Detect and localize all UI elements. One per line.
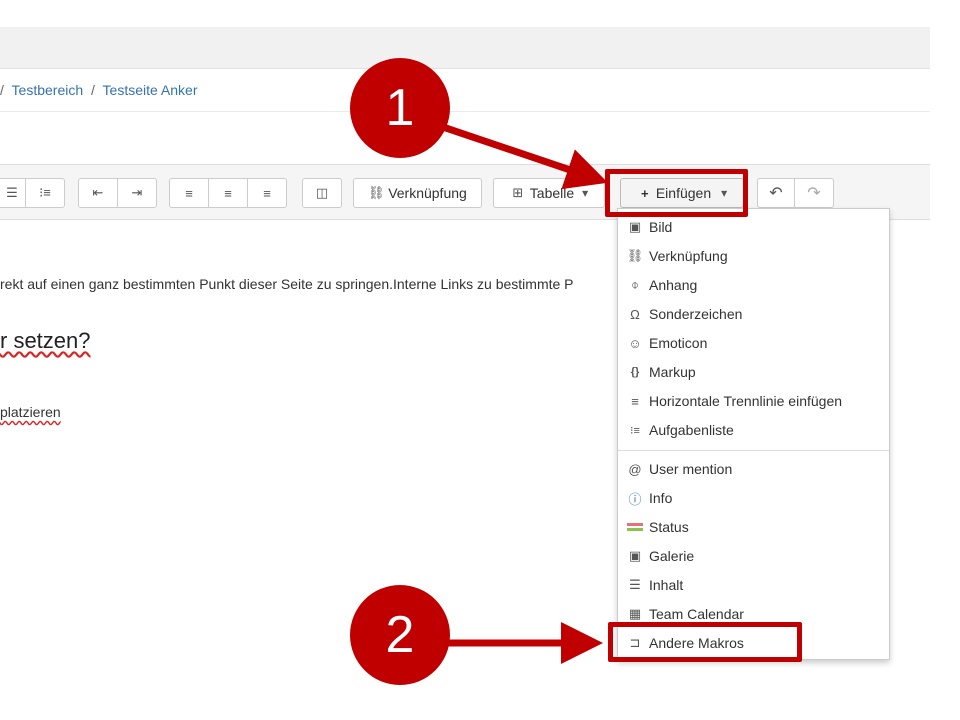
menu-item-horizontale-trennlinie[interactable]: ≡ Horizontale Trennlinie einfügen	[627, 388, 842, 414]
paragraph-intro[interactable]: rekt auf einen ganz bestimmten Punkt die…	[0, 276, 574, 292]
menu-item-label: Aufgabenliste	[649, 422, 734, 438]
undo-button[interactable]: ↶	[757, 178, 795, 208]
paperclip-icon: ⌽	[631, 277, 639, 292]
indent-icon: ⇥	[131, 185, 143, 200]
align-center-icon: ≡	[224, 185, 232, 201]
menu-item-label: Galerie	[649, 548, 695, 564]
gallery-icon: ▣	[628, 548, 642, 563]
menu-item-label: Markup	[649, 364, 696, 380]
status-icon-shape	[627, 523, 643, 531]
breadcrumb: / Testbereich / Testseite Anker	[0, 82, 197, 98]
menu-item-label: Bild	[649, 219, 673, 235]
bullet-list-button[interactable]: ☰	[0, 178, 26, 208]
menu-item-aufgabenliste[interactable]: ⁝≡ Aufgabenliste	[627, 417, 734, 443]
menu-item-label: Horizontale Trennlinie einfügen	[649, 393, 843, 409]
image-icon: ▣	[628, 219, 642, 234]
align-right-button[interactable]: ≡	[247, 178, 287, 208]
table-button-label: Tabelle	[529, 185, 575, 201]
menu-item-label: User mention	[649, 461, 733, 477]
task-list-icon: ⁝≡	[39, 185, 51, 200]
outdent-button[interactable]: ⇤	[78, 178, 118, 208]
at-icon: @	[628, 461, 642, 477]
link-icon: ⛓	[626, 248, 644, 263]
menu-item-anhang[interactable]: ⌽ Anhang	[627, 272, 697, 298]
link-button-label: Verknüpfung	[388, 185, 467, 201]
bullet-list-icon: ☰	[6, 185, 18, 200]
paragraph-second-text: platzieren	[0, 404, 61, 420]
page-layout-icon: ◫	[315, 185, 329, 200]
section-heading-text: r setzen?	[0, 328, 91, 353]
link-button[interactable]: ⛓ Verknüpfung	[353, 178, 482, 208]
menu-item-bild[interactable]: ▣ Bild	[627, 214, 673, 240]
menu-item-inhalt[interactable]: ☰ Inhalt	[627, 572, 683, 598]
redo-icon: ↷	[807, 185, 821, 202]
link-icon: ⛓	[367, 185, 385, 200]
breadcrumb-testbereich[interactable]: Testbereich	[12, 82, 84, 98]
tasklist-icon: ⁝≡	[630, 424, 640, 437]
align-center-button[interactable]: ≡	[208, 178, 248, 208]
info-icon: ⓘ	[628, 491, 642, 507]
chevron-down-icon: ▾	[582, 186, 589, 200]
omega-icon: Ω	[630, 306, 640, 322]
breadcrumb-separator: /	[91, 82, 95, 98]
menu-item-info[interactable]: ⓘ Info	[627, 485, 672, 511]
menu-item-galerie[interactable]: ▣ Galerie	[627, 543, 694, 569]
step-badge-2: 2	[350, 585, 450, 685]
menu-item-label: Team Calendar	[649, 606, 744, 622]
menu-item-sonderzeichen[interactable]: Ω Sonderzeichen	[627, 301, 742, 327]
step-number: 2	[385, 606, 415, 664]
align-left-icon: ≡	[185, 185, 193, 201]
outdent-icon: ⇤	[92, 185, 104, 200]
menu-item-verknuepfung[interactable]: ⛓ Verknüpfung	[627, 243, 728, 269]
highlight-insert-button	[605, 169, 748, 217]
menu-divider	[618, 450, 889, 451]
paragraph-second[interactable]: platzieren	[0, 404, 61, 420]
menu-item-markup[interactable]: {} Markup	[627, 359, 696, 385]
smiley-icon: ☺	[628, 335, 642, 351]
toc-icon: ☰	[629, 577, 641, 592]
undo-icon: ↶	[769, 185, 783, 202]
menu-item-user-mention[interactable]: @ User mention	[627, 456, 732, 482]
paragraph-intro-text: rekt auf einen ganz bestimmten Punkt die…	[0, 276, 574, 292]
page-layout-button[interactable]: ◫	[302, 178, 342, 208]
highlight-andere-makros	[608, 622, 802, 662]
menu-item-label: Anhang	[649, 277, 698, 293]
table-icon: ⊞	[512, 185, 524, 200]
menu-item-label: Emoticon	[649, 335, 708, 351]
braces-icon: {}	[630, 366, 640, 378]
app-header	[0, 27, 930, 69]
section-heading[interactable]: r setzen?	[0, 328, 91, 354]
horizontal-rule-icon: ≡	[631, 393, 639, 409]
align-right-icon: ≡	[263, 185, 271, 201]
menu-item-emoticon[interactable]: ☺ Emoticon	[627, 330, 707, 356]
align-left-button[interactable]: ≡	[169, 178, 209, 208]
calendar-icon: ▦	[628, 606, 642, 621]
menu-item-label: Status	[649, 519, 689, 535]
menu-item-label: Inhalt	[649, 577, 684, 593]
menu-item-label: Sonderzeichen	[649, 306, 743, 322]
breadcrumb-separator: /	[0, 82, 4, 98]
menu-item-label: Info	[649, 490, 673, 506]
menu-item-status[interactable]: Status	[627, 514, 689, 540]
step-number: 1	[385, 79, 415, 137]
breadcrumb-testseite-anker[interactable]: Testseite Anker	[103, 82, 198, 98]
task-list-button[interactable]: ⁝≡	[25, 178, 65, 208]
menu-item-label: Verknüpfung	[649, 248, 728, 264]
redo-button[interactable]: ↷	[794, 178, 834, 208]
table-button[interactable]: ⊞ Tabelle ▾	[493, 178, 605, 208]
status-icon	[627, 523, 643, 531]
indent-button[interactable]: ⇥	[117, 178, 157, 208]
step-badge-1: 1	[350, 58, 450, 158]
